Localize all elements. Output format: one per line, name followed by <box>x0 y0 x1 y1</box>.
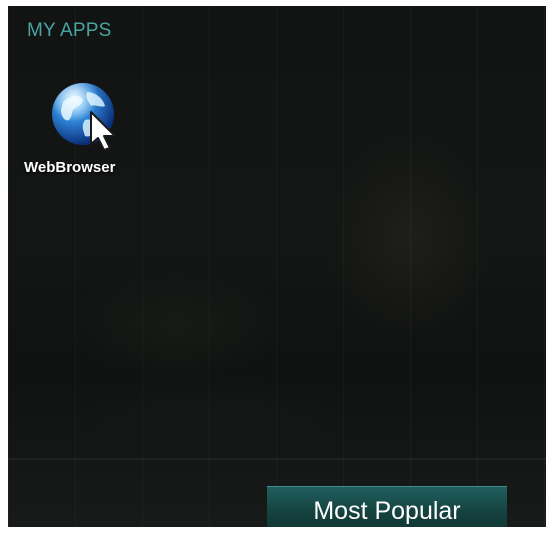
tv-screen: MY APPS WebBrowser Most Popular <box>8 6 546 527</box>
globe-cursor-icon <box>52 83 116 151</box>
app-label-webbrowser: WebBrowser <box>24 159 116 176</box>
section-title-my-apps: MY APPS <box>27 20 112 41</box>
tab-label-most-popular: Most Popular <box>313 496 461 525</box>
app-tile-webbrowser[interactable]: WebBrowser <box>24 78 122 182</box>
tab-most-popular[interactable]: Most Popular <box>267 486 507 527</box>
background-divider <box>8 458 546 460</box>
